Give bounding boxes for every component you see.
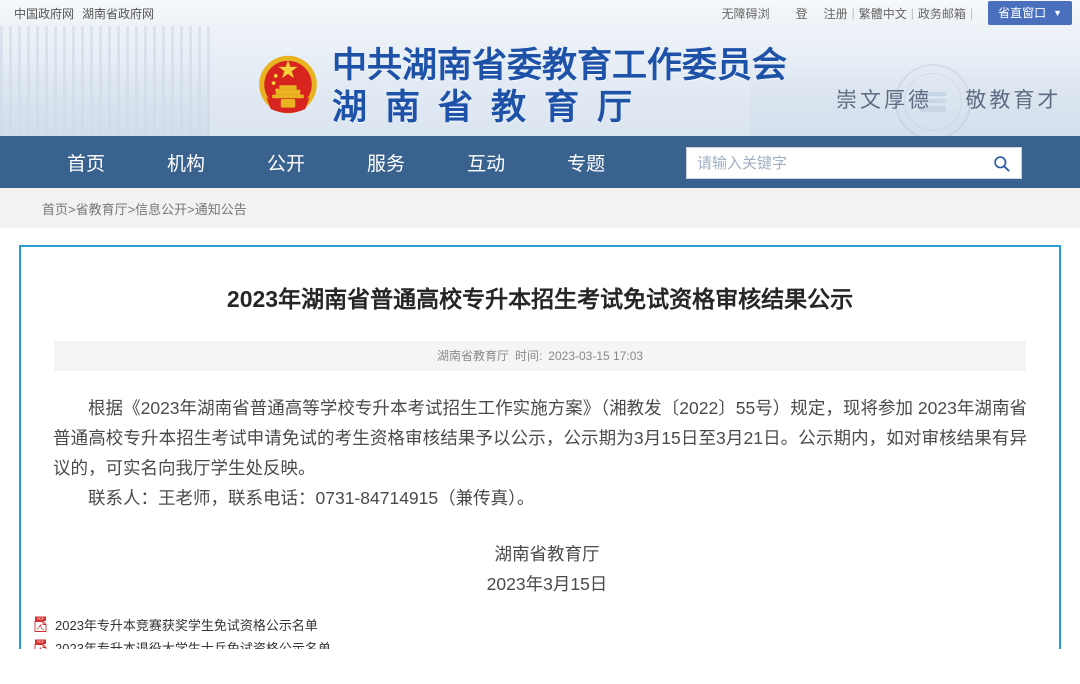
page-title: 2023年湖南省普通高校专升本招生考试免试资格审核结果公示 <box>226 286 854 312</box>
article-card: 2023年湖南省普通高校专升本招生考试免试资格审核结果公示 湖南省教育厅 时间:… <box>19 245 1061 649</box>
attachment-name[interactable]: 2023年专升本竞赛获奖学生免试资格公示名单 <box>55 615 318 634</box>
link-login[interactable]: 登 <box>793 5 811 22</box>
chevron-down-icon: ▼ <box>1053 7 1062 18</box>
article-time-label: 时间: <box>514 349 543 364</box>
province-portal-label: 省直窗口 <box>998 6 1047 20</box>
top-utility-bar: 中国政府网 湖南省政府网 无障碍浏 登 注册 | 繁體中文 | 政务邮箱 | 省… <box>0 0 1080 26</box>
breadcrumb[interactable]: 首页>省教育厅>信息公开>通知公告 <box>42 199 247 218</box>
main-navigation: 首页 机构 公开 服务 互动 专题 <box>0 136 1080 188</box>
site-banner: 中共湖南省委教育工作委员会 湖南省教育厅 崇文厚德 敬教育才 <box>0 26 1080 136</box>
province-portal-dropdown[interactable]: 省直窗口 ▼ <box>988 1 1072 25</box>
attachment-name[interactable]: 2023年专升本退役大学生士兵免试资格公示名单 <box>55 638 331 649</box>
divider: | <box>969 6 974 20</box>
pdf-file-icon: PDF <box>34 616 47 633</box>
banner-motto: 崇文厚德 敬教育才 <box>836 84 1061 114</box>
signature-org: 湖南省教育厅 <box>494 543 600 564</box>
national-emblem-icon <box>259 55 317 114</box>
search-input[interactable] <box>687 149 981 177</box>
motto-right: 敬教育才 <box>965 88 1062 112</box>
svg-text:PDF: PDF <box>37 617 44 621</box>
nav-item-list: 首页 机构 公开 服务 互动 专题 <box>36 149 636 176</box>
link-gov-mailbox[interactable]: 政务邮箱 <box>915 5 969 22</box>
article-meta: 湖南省教育厅 时间: 2023-03-15 17:03 <box>54 340 1026 371</box>
link-register[interactable]: 注册 <box>821 5 851 22</box>
article-paragraph-2: 联系人：王老师，联系电话：0731-84714915（兼传真）。 <box>88 487 535 508</box>
attachment-list: PDF 2023年专升本竞赛获奖学生免试资格公示名单 PDF 2023年专升本退… <box>33 613 1027 649</box>
svg-text:PDF: PDF <box>37 640 44 644</box>
article-time-value: 2023-03-15 17:03 <box>548 348 644 363</box>
nav-item-interact[interactable]: 互动 <box>436 149 536 176</box>
attachment-item[interactable]: PDF 2023年专升本竞赛获奖学生免试资格公示名单 <box>33 613 1027 636</box>
nav-item-org[interactable]: 机构 <box>136 149 236 176</box>
link-accessibility[interactable]: 无障碍浏 <box>719 5 773 22</box>
link-hunan-gov[interactable]: 湖南省政府网 <box>82 5 154 22</box>
topbar-left-links: 中国政府网 湖南省政府网 <box>14 5 154 22</box>
article-paragraph-1: 根据《2023年湖南省普通高等学校专升本考试招生工作实施方案》（湘教发〔2022… <box>53 397 1027 478</box>
nav-item-service[interactable]: 服务 <box>336 149 436 176</box>
breadcrumb-bar: 首页>省教育厅>信息公开>通知公告 <box>0 188 1080 228</box>
banner-title-block: 中共湖南省委教育工作委员会 湖南省教育厅 <box>332 48 787 125</box>
article-source: 湖南省教育厅 <box>436 349 509 364</box>
link-china-gov[interactable]: 中国政府网 <box>14 5 74 22</box>
link-traditional-chinese[interactable]: 繁體中文 <box>856 5 910 22</box>
nav-item-topic[interactable]: 专题 <box>536 149 636 176</box>
article-signature: 湖南省教育厅 2023年3月15日 <box>53 539 1027 599</box>
attachment-item[interactable]: PDF 2023年专升本退役大学生士兵免试资格公示名单 <box>33 636 1027 649</box>
banner-title-line-1: 中共湖南省委教育工作委员会 <box>332 46 788 85</box>
article-body: 根据《2023年湖南省普通高等学校专升本考试招生工作实施方案》（湘教发〔2022… <box>53 393 1027 599</box>
nav-item-home[interactable]: 首页 <box>36 149 136 176</box>
signature-date: 2023年3月15日 <box>486 573 608 594</box>
banner-title-line-2: 湖南省教育厅 <box>332 88 651 127</box>
topbar-right-links: 无障碍浏 登 注册 | 繁體中文 | 政务邮箱 | 省直窗口 ▼ <box>719 0 1072 26</box>
nav-item-open[interactable]: 公开 <box>236 149 336 176</box>
search-box <box>686 147 1022 179</box>
search-icon <box>993 155 1010 172</box>
pdf-file-icon: PDF <box>34 639 47 649</box>
search-button[interactable] <box>981 149 1021 177</box>
motto-left: 崇文厚德 <box>836 88 932 112</box>
